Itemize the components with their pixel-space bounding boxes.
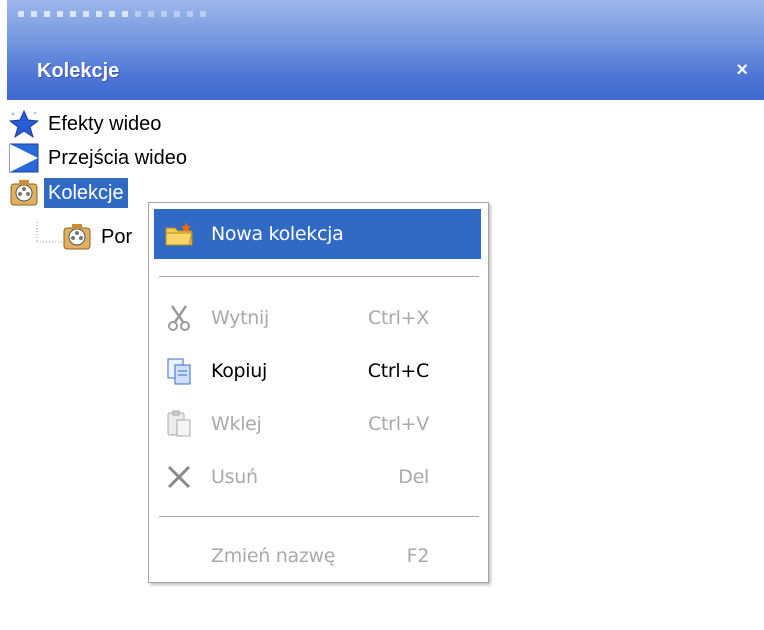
tree-item-przejscia-wideo[interactable]: Przejścia wideo (9, 141, 191, 175)
paste-icon (167, 410, 191, 437)
menu-item-shortcut: Ctrl+C (367, 360, 430, 382)
menu-item-label: Wytnij (211, 307, 269, 329)
menu-item-shortcut: Ctrl+X (368, 307, 429, 329)
delete-x-icon (167, 465, 191, 489)
menu-item-kopiuj[interactable]: Kopiuj Ctrl+C (154, 346, 481, 396)
drag-grip[interactable] (18, 11, 206, 17)
menu-item-usun[interactable]: Usuń Del (154, 452, 481, 502)
tree-item-label: Por (101, 226, 133, 248)
menu-item-label: Nowa kolekcja (211, 223, 344, 245)
menu-separator (159, 276, 479, 277)
menu-item-label: Kopiuj (211, 360, 267, 382)
transition-icon (9, 143, 39, 173)
star-icon (9, 109, 39, 139)
new-folder-icon (165, 222, 193, 246)
tree-item-label: Efekty wideo (48, 113, 162, 135)
tree-item-efekty-wideo[interactable]: Efekty wideo (9, 107, 165, 141)
menu-item-zmien-nazwe[interactable]: Zmień nazwę F2 (154, 531, 481, 581)
menu-item-shortcut: F2 (406, 545, 430, 567)
menu-item-label: Usuń (211, 466, 258, 488)
context-menu: Nowa kolekcja Wytnij Ctrl+X Kopiuj Ctrl+… (148, 202, 489, 583)
tree-item-kolekcje[interactable]: Kolekcje (9, 176, 128, 210)
menu-item-label: Wklej (211, 413, 262, 435)
menu-item-label: Zmień nazwę (211, 545, 336, 567)
panel-header: Kolekcje × (7, 0, 764, 100)
menu-item-nowa-kolekcja[interactable]: Nowa kolekcja (154, 209, 481, 259)
menu-separator (159, 516, 479, 517)
tree-item-label: Przejścia wideo (48, 147, 187, 169)
tree-item-label: Kolekcje (44, 178, 128, 208)
film-collection-icon (63, 224, 91, 250)
close-icon[interactable]: × (736, 59, 748, 82)
menu-item-shortcut: Ctrl+V (368, 413, 429, 435)
panel-title: Kolekcje (37, 60, 120, 82)
menu-item-wytnij[interactable]: Wytnij Ctrl+X (154, 293, 481, 343)
menu-item-wklej[interactable]: Wklej Ctrl+V (154, 399, 481, 449)
scissors-icon (168, 305, 190, 331)
film-collection-icon (10, 180, 38, 206)
copy-icon (167, 358, 191, 385)
menu-item-shortcut: Del (398, 466, 429, 488)
tree-item-por[interactable]: Por (62, 220, 136, 254)
